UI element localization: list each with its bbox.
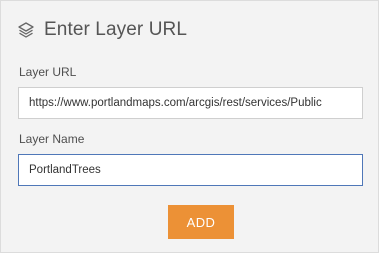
layer-name-label: Layer Name [19,132,85,146]
panel-title: Enter Layer URL [44,19,188,40]
layer-url-label: Layer URL [19,65,77,79]
add-button[interactable]: ADD [168,205,234,239]
layers-icon [17,21,35,39]
layer-url-input[interactable] [18,87,363,119]
panel-header: Enter Layer URL [17,19,187,41]
enter-layer-url-panel: Enter Layer URL Layer URL Layer Name ADD [0,0,379,253]
layer-name-input[interactable] [18,154,363,186]
